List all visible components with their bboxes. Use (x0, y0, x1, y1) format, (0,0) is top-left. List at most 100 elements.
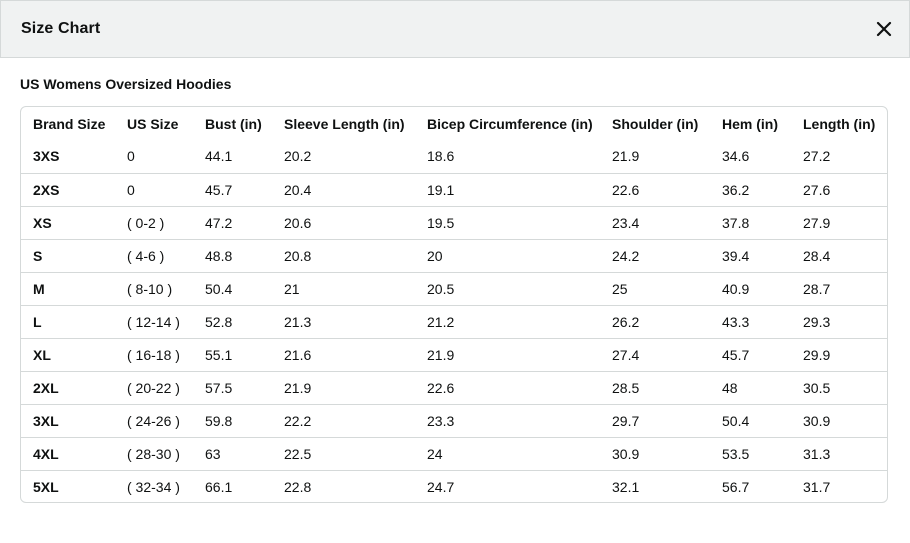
table-row: S( 4-6 ) 48.8 20.8 20 24.2 39.4 28.4 (21, 238, 887, 272)
table-cell: ( 16-18 ) (115, 337, 193, 371)
table-cell: 53.5 (710, 436, 791, 470)
table-cell: 21.2 (415, 304, 600, 338)
table-cell: ( 24-26 ) (115, 403, 193, 437)
brand-size-cell: XL (21, 337, 115, 371)
table-row: 3XL( 24-26 ) 59.8 22.2 23.3 29.7 50.4 30.9 (21, 403, 887, 437)
table-cell: ( 28-30 ) (115, 436, 193, 470)
table-cell: 30.9 (791, 403, 887, 437)
table-cell: 0 (127, 148, 135, 165)
table-row: XS( 0-2 ) 47.2 20.6 19.5 23.4 37.8 27.9 (21, 205, 887, 239)
brand-size-cell: S (21, 238, 115, 272)
column-header: Length (in) (803, 115, 876, 132)
table-cell: 29.7 (600, 403, 710, 437)
table-cell: 22.6 (600, 172, 710, 206)
table-cell: 22.5 (272, 436, 415, 470)
table-cell: 20.5 (415, 271, 600, 305)
modal-header: Size Chart (0, 0, 910, 58)
table-cell: 19.1 (415, 172, 600, 206)
close-button[interactable] (875, 20, 893, 38)
table-cell: 26.2 (600, 304, 710, 338)
brand-size-cell: M (21, 271, 115, 305)
table-cell: 66.1 (193, 469, 272, 502)
table-cell: 0 (115, 172, 193, 206)
brand-size-cell: L (21, 304, 115, 338)
table-cell: 20.4 (272, 172, 415, 206)
table-cell: 56.7 (710, 469, 791, 502)
brand-size-cell: 2XS (21, 172, 115, 206)
table-row: 3XS 0 44.1 20.2 18.6 21.9 34.6 27.2 (21, 140, 887, 173)
table-cell: 24 (415, 436, 600, 470)
table-cell: 22.2 (272, 403, 415, 437)
table-cell: ( 12-14 ) (115, 304, 193, 338)
table-cell: 21.9 (272, 370, 415, 404)
brand-size-cell: 2XL (21, 370, 115, 404)
table-cell: 28.7 (791, 271, 887, 305)
table-cell: 29.9 (791, 337, 887, 371)
column-header: Bust (in) (205, 115, 262, 132)
table-cell: 21.9 (612, 148, 640, 165)
table-row: L( 12-14 ) 52.8 21.3 21.2 26.2 43.3 29.3 (21, 304, 887, 338)
table-cell: 27.2 (803, 148, 831, 165)
table-row: XL( 16-18 ) 55.1 21.6 21.9 27.4 45.7 29.9 (21, 337, 887, 371)
table-cell: 44.1 (205, 148, 233, 165)
table-cell: ( 8-10 ) (115, 271, 193, 305)
close-icon[interactable] (875, 20, 893, 38)
table-row: 2XS 0 45.7 20.4 19.1 22.6 36.2 27.6 (21, 172, 887, 206)
table-cell: 63 (193, 436, 272, 470)
table-cell: 30.9 (600, 436, 710, 470)
table-cell: 27.9 (791, 205, 887, 239)
table-cell: 27.6 (791, 172, 887, 206)
table-cell: 23.4 (600, 205, 710, 239)
size-table-container: Brand Size US Size Bust (in) Sleeve Length … (20, 106, 888, 503)
table-cell: 37.8 (710, 205, 791, 239)
brand-size-cell: XS (21, 205, 115, 239)
table-cell: 24.7 (415, 469, 600, 502)
table-cell: 59.8 (193, 403, 272, 437)
table-cell: 45.7 (193, 172, 272, 206)
table-cell: 50.4 (710, 403, 791, 437)
table-cell: 48.8 (193, 238, 272, 272)
table-row: 4XL( 28-30 ) 63 22.5 24 30.9 53.5 31.3 (21, 436, 887, 470)
column-header: Hem (in) (722, 115, 778, 132)
table-cell: 25 (600, 271, 710, 305)
table-cell: 48 (710, 370, 791, 404)
size-table: Brand Size US Size Bust (in) Sleeve Length … (21, 107, 887, 502)
table-cell: ( 4-6 ) (115, 238, 193, 272)
table-cell: 45.7 (710, 337, 791, 371)
brand-size-cell: 5XL (21, 469, 115, 502)
table-cell: 36.2 (710, 172, 791, 206)
table-cell: 34.6 (722, 148, 750, 165)
table-cell: ( 20-22 ) (115, 370, 193, 404)
table-cell: 20.2 (284, 148, 312, 165)
table-cell: 50.4 (193, 271, 272, 305)
table-cell: ( 32-34 ) (115, 469, 193, 502)
table-cell: 20 (415, 238, 600, 272)
table-cell: 22.8 (272, 469, 415, 502)
table-cell: 21 (272, 271, 415, 305)
table-cell: 31.7 (791, 469, 887, 502)
table-row: 5XL( 32-34 ) 66.1 22.8 24.7 32.1 56.7 31.7 (21, 469, 887, 502)
table-cell: 31.3 (791, 436, 887, 470)
table-cell: 24.2 (600, 238, 710, 272)
brand-size-cell: 3XL (21, 403, 115, 437)
table-cell: 30.5 (791, 370, 887, 404)
table-cell: 18.6 (427, 148, 455, 165)
table-cell: 40.9 (710, 271, 791, 305)
table-cell: 23.3 (415, 403, 600, 437)
chart-subtitle: US Womens Oversized Hoodies (20, 76, 232, 92)
modal-title: Size Chart (21, 20, 101, 37)
table-cell: 57.5 (193, 370, 272, 404)
table-cell: ( 0-2 ) (115, 205, 193, 239)
column-header: US Size (127, 115, 179, 132)
table-cell: 21.6 (272, 337, 415, 371)
table-header-row: Brand Size US Size Bust (in) Sleeve Length … (21, 107, 887, 140)
table-cell: 55.1 (193, 337, 272, 371)
column-header: Brand Size (33, 115, 106, 132)
table-cell: 21.3 (272, 304, 415, 338)
brand-size-cell: 4XL (21, 436, 115, 470)
table-row: M( 8-10 ) 50.4 21 20.5 25 40.9 28.7 (21, 271, 887, 305)
table-cell: 43.3 (710, 304, 791, 338)
table-cell: 20.8 (272, 238, 415, 272)
table-cell: 47.2 (193, 205, 272, 239)
table-cell: 19.5 (415, 205, 600, 239)
